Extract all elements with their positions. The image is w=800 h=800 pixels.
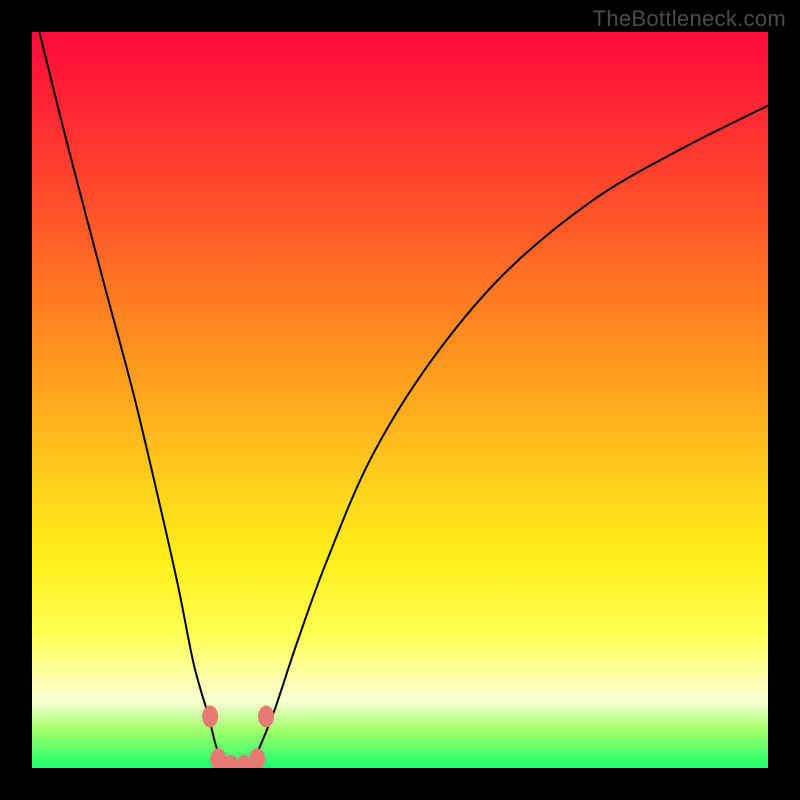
bottleneck-curve	[39, 32, 768, 768]
plot-area	[32, 32, 768, 768]
chart-frame: TheBottleneck.com	[0, 0, 800, 800]
curve-marker	[258, 705, 274, 727]
watermark-text: TheBottleneck.com	[593, 6, 786, 32]
curve-marker	[249, 748, 265, 768]
chart-svg	[32, 32, 768, 768]
curve-marker	[202, 705, 218, 727]
